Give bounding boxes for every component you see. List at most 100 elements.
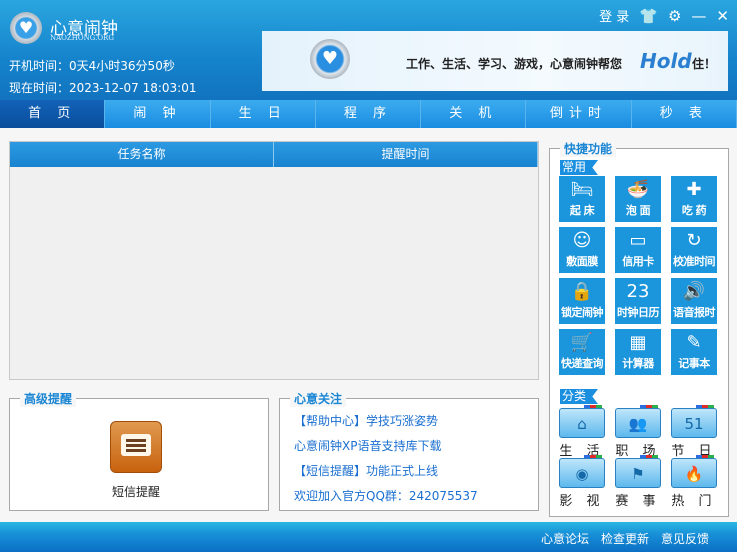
news-link[interactable]: 欢迎加入官方QQ群：242075537 <box>294 487 478 504</box>
quick-tile-label: 时钟日历 <box>617 306 660 319</box>
tab-shutdown[interactable]: 关 机 <box>421 100 527 128</box>
quick-tile-label: 校准时间 <box>673 255 716 268</box>
sms-message-icon[interactable] <box>110 421 162 473</box>
medicine-kit-icon: ✚ <box>686 179 702 200</box>
quick-tile[interactable]: 🔊 语音报时 <box>671 278 717 324</box>
task-table[interactable]: 任务名称 提醒时间 <box>9 141 539 380</box>
category-label: 分类 <box>560 389 598 404</box>
footer: 心意论坛 检查更新 意见反馈 <box>0 522 737 552</box>
quick-tile-label: 记事本 <box>678 357 710 370</box>
quick-tile[interactable]: ✚ 吃 药 <box>671 176 717 222</box>
banner-slogan: 工作、生活、学习、游戏，心意闹钟帮您 <box>406 57 623 71</box>
quick-tile-label: 语音报时 <box>673 306 716 319</box>
quick-tile-label: 快递查询 <box>561 357 604 370</box>
gear-icon[interactable]: ⚙ <box>668 7 681 25</box>
table-header: 任务名称 提醒时间 <box>10 142 538 167</box>
quick-tile[interactable]: 23 时钟日历 <box>615 278 661 324</box>
mask-icon: ☺ <box>572 230 592 251</box>
quick-tile-label: 计算器 <box>622 357 654 370</box>
quick-tile[interactable]: ☺ 敷面膜 <box>559 227 605 273</box>
sms-reminder-label[interactable]: 短信提醒 <box>110 483 162 500</box>
quick-tile-label: 起 床 <box>569 204 595 217</box>
quick-tile-label: 信用卡 <box>622 255 654 268</box>
category-label: 赛 事 <box>615 494 661 509</box>
uptime: 开机时间：0天4小时36分50秒 <box>9 57 175 74</box>
category-folder[interactable]: 👥 职 场 <box>615 405 661 459</box>
quick-tile-label: 泡 面 <box>625 204 651 217</box>
promo-banner[interactable]: ♥ 工作、生活、学习、游戏，心意闹钟帮您 Hold 住！ <box>262 31 728 91</box>
credit-card-icon: ▭ <box>629 230 647 251</box>
follow-panel: 心意关注 【帮助中心】学技巧涨姿势 心意闹钟XP语音支持库下载 【短信提醒】功能… <box>279 390 539 511</box>
category-label: 热 门 <box>671 494 717 509</box>
app-logo-heart-clock-icon: ♥ <box>10 12 42 44</box>
category-folder[interactable]: ⌂ 生 活 <box>559 405 605 459</box>
category-folder[interactable]: 🔥 热 门 <box>671 455 717 509</box>
film-reel-icon: ◉ <box>559 455 605 488</box>
news-link[interactable]: 【短信提醒】功能正式上线 <box>294 462 438 479</box>
people-icon: 👥 <box>615 405 661 438</box>
header: ♥ 心意闹钟 NAOZHONG.ORG 开机时间：0天4小时36分50秒 现在时… <box>0 0 737 100</box>
tab-home[interactable]: 首 页 <box>0 100 106 128</box>
category-folder[interactable]: ⚑ 赛 事 <box>615 455 661 509</box>
quick-functions-title: 快捷功能 <box>560 140 617 157</box>
quick-tile[interactable]: ✎ 记事本 <box>671 329 717 375</box>
notepad-icon: ✎ <box>686 332 702 353</box>
bed-icon: 🛏 <box>570 179 594 200</box>
category-folder[interactable]: 51 节 日 <box>671 405 717 459</box>
clock-sync-icon: ↻ <box>686 230 702 251</box>
follow-title: 心意关注 <box>290 390 347 407</box>
column-task-name[interactable]: 任务名称 <box>10 142 274 167</box>
quick-tile[interactable]: 🍜 泡 面 <box>615 176 661 222</box>
current-time-value: 2023-12-07 18:03:01 <box>69 81 197 95</box>
tab-alarm[interactable]: 闹 钟 <box>105 100 211 128</box>
news-link[interactable]: 心意闹钟XP语音支持库下载 <box>294 437 441 454</box>
app-domain: NAOZHONG.ORG <box>50 34 114 42</box>
uptime-label: 开机时间： <box>9 59 70 73</box>
current-time-label: 现在时间： <box>9 81 70 95</box>
column-remind-time[interactable]: 提醒时间 <box>274 142 538 167</box>
noodle-bowl-icon: 🍜 <box>626 179 650 200</box>
tab-birthday[interactable]: 生 日 <box>210 100 316 128</box>
banner-hold: Hold <box>640 49 692 73</box>
current-time: 现在时间：2023-12-07 18:03:01 <box>9 79 196 96</box>
quick-tile[interactable]: 🔒 锁定闹钟 <box>559 278 605 324</box>
common-label: 常用 <box>560 160 598 175</box>
tab-stopwatch[interactable]: 秒 表 <box>631 100 737 128</box>
quick-tile[interactable]: 🛒 快递查询 <box>559 329 605 375</box>
skin-shirt-icon[interactable]: 👕 <box>639 7 658 25</box>
quick-tile-label: 锁定闹钟 <box>561 306 604 319</box>
calendar-icon: 23 <box>626 281 650 302</box>
tab-countdown[interactable]: 倒计时 <box>526 100 632 128</box>
minimize-icon[interactable]: — <box>691 7 706 25</box>
advanced-reminder-panel: 高级提醒 短信提醒 <box>9 390 269 511</box>
category-folder[interactable]: ◉ 影 视 <box>559 455 605 509</box>
main-nav: 首 页 闹 钟 生 日 程 序 关 机 倒计时 秒 表 <box>0 100 737 128</box>
home-icon: ⌂ <box>559 405 605 438</box>
news-link[interactable]: 【帮助中心】学技巧涨姿势 <box>294 412 438 429</box>
lock-icon: 🔒 <box>570 281 594 302</box>
feedback-link[interactable]: 意见反馈 <box>661 530 709 547</box>
check-update-link[interactable]: 检查更新 <box>601 530 649 547</box>
forum-link[interactable]: 心意论坛 <box>541 530 589 547</box>
login-button[interactable]: 登 录 <box>599 6 629 25</box>
uptime-value: 0天4小时36分50秒 <box>69 59 175 73</box>
speaker-icon: 🔊 <box>682 281 706 302</box>
heart-clock-icon: ♥ <box>310 39 350 79</box>
race-flag-icon: ⚑ <box>615 455 661 488</box>
quick-tile[interactable]: ▦ 计算器 <box>615 329 661 375</box>
quick-tile-label: 敷面膜 <box>566 255 598 268</box>
quick-functions-panel: 快捷功能 常用 🛏 起 床 🍜 泡 面 ✚ 吃 药 ☺ 敷面膜 ▭ 信用卡 ↻ 校准时间 🔒 锁定闹钟 23… <box>549 140 729 517</box>
quick-tile[interactable]: 🛏 起 床 <box>559 176 605 222</box>
cart-icon: 🛒 <box>570 332 594 353</box>
banner-end: 住！ <box>692 57 717 71</box>
quick-tile[interactable]: ▭ 信用卡 <box>615 227 661 273</box>
quick-tile[interactable]: ↻ 校准时间 <box>671 227 717 273</box>
flame-icon: 🔥 <box>671 455 717 488</box>
category-label: 影 视 <box>559 494 605 509</box>
close-icon[interactable]: ✕ <box>716 7 729 25</box>
window-controls: 登 录 👕 ⚙ — ✕ <box>599 6 729 26</box>
calculator-icon: ▦ <box>629 332 647 353</box>
tab-program[interactable]: 程 序 <box>315 100 422 128</box>
advanced-reminder-title: 高级提醒 <box>20 390 77 407</box>
calendar-51-icon: 51 <box>671 405 717 438</box>
